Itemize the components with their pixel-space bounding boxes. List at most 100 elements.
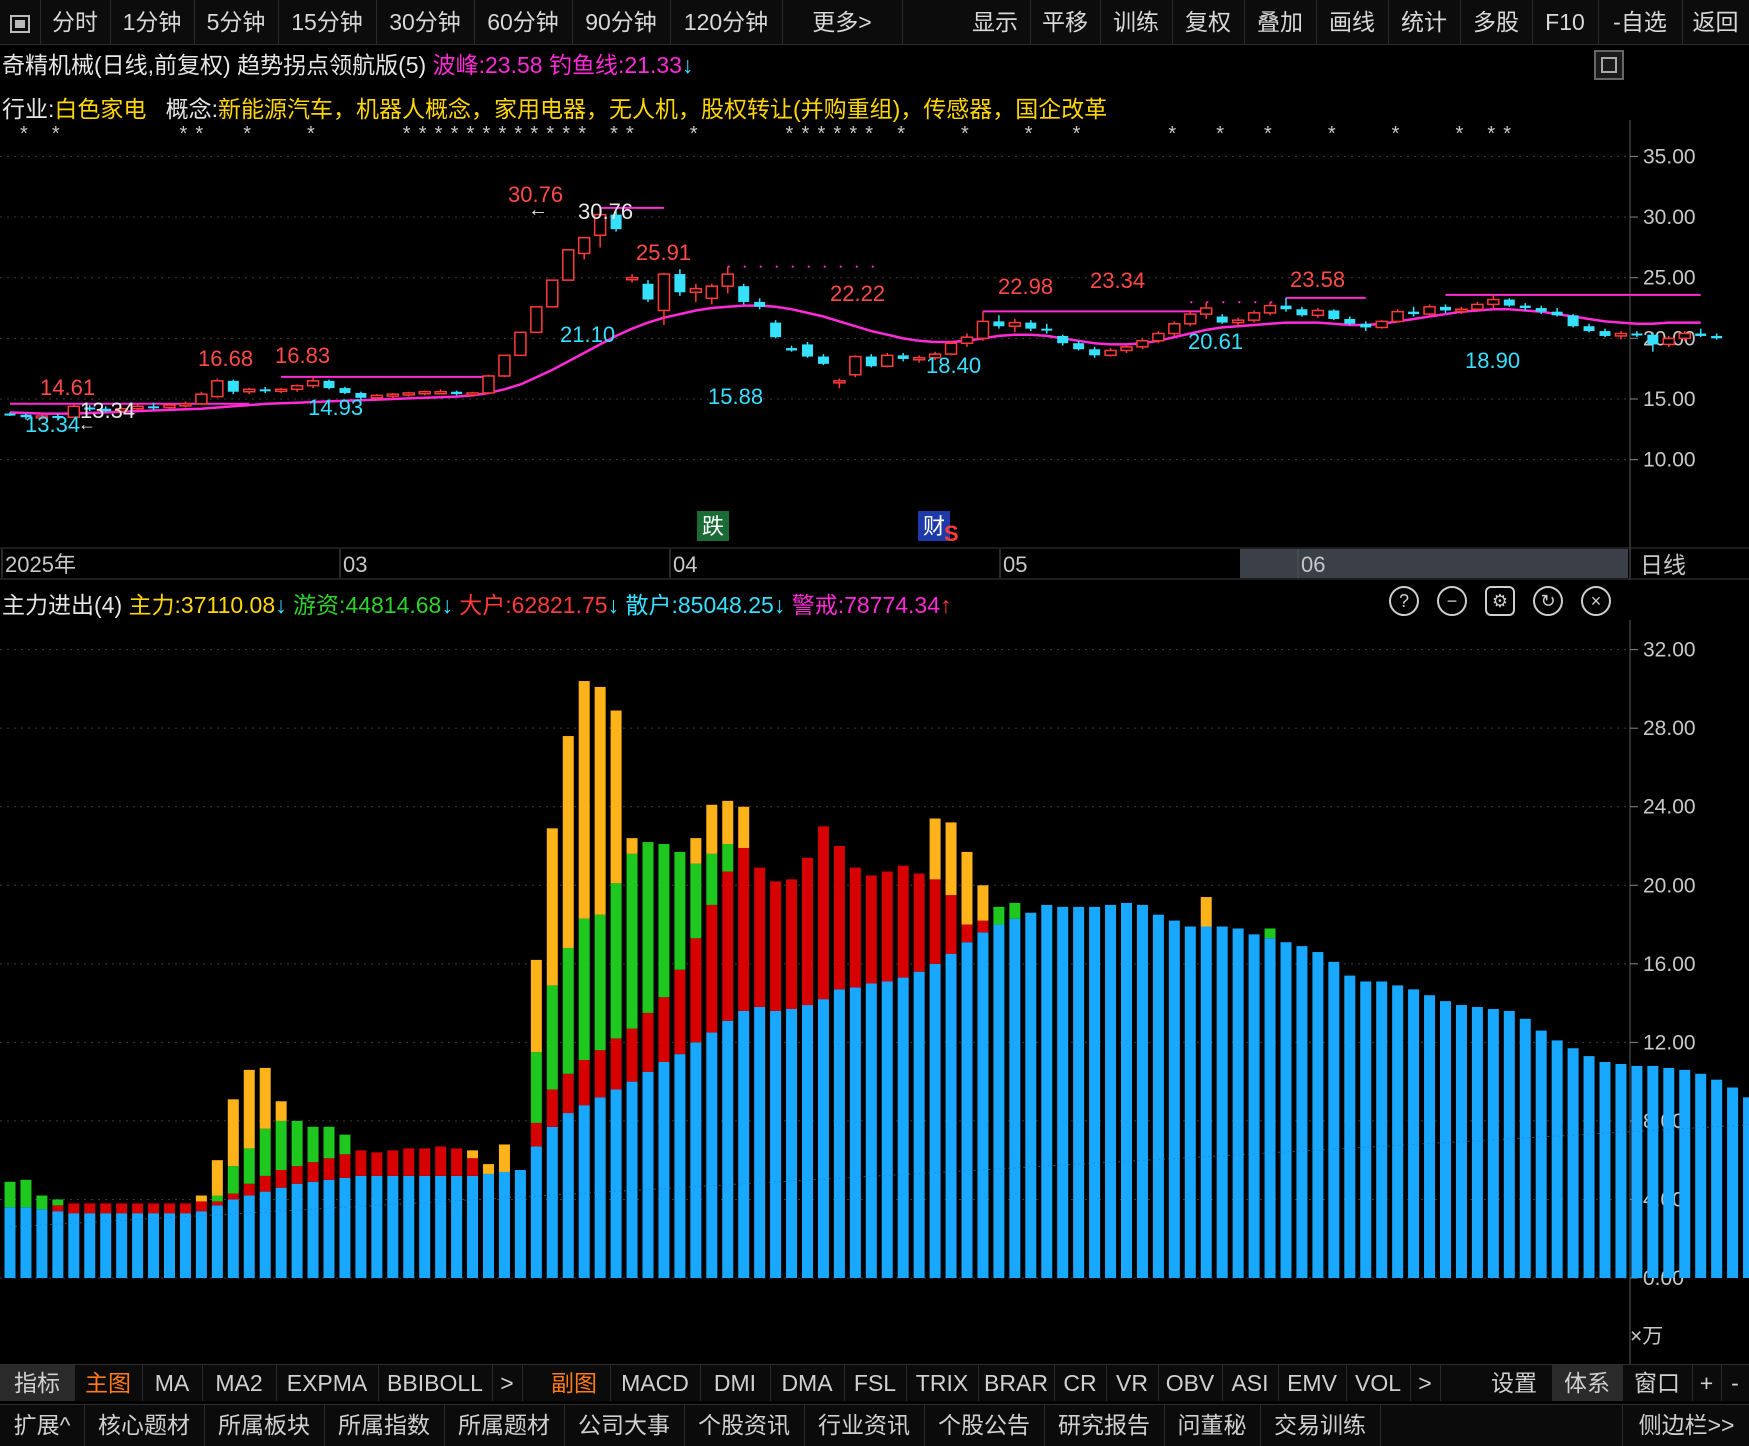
period-tab-5min[interactable]: 5分钟 <box>194 0 279 44</box>
remove-window-button[interactable]: - <box>1721 1365 1749 1401</box>
period-tab-60min[interactable]: 60分钟 <box>474 0 573 44</box>
tab-vol[interactable]: VOL <box>1346 1365 1411 1401</box>
link-research[interactable]: 研究报告 <box>1044 1405 1165 1446</box>
link-company-events[interactable]: 公司大事 <box>564 1405 685 1446</box>
close-icon[interactable]: × <box>1581 586 1611 616</box>
panel-toggle-button[interactable] <box>1594 50 1624 80</box>
fund-bar-zhuli <box>483 1164 494 1174</box>
candle-body-down <box>1583 326 1595 332</box>
candle-body-down <box>323 380 335 389</box>
youzi-value: 游资:44814.68 <box>293 592 442 618</box>
fund-bar-sanhu <box>770 1010 782 1278</box>
link-index[interactable]: 所属指数 <box>324 1405 445 1446</box>
link-stock-news[interactable]: 个股资讯 <box>684 1405 805 1446</box>
tab-macd[interactable]: MACD <box>610 1365 701 1401</box>
period-tab-90min[interactable]: 90分钟 <box>572 0 671 44</box>
candle-body-down <box>227 380 239 392</box>
period-tab-30min[interactable]: 30分钟 <box>376 0 475 44</box>
link-core-theme[interactable]: 核心题材 <box>84 1405 205 1446</box>
industry-value[interactable]: 白色家电 <box>54 96 146 122</box>
tab-obv[interactable]: OBV <box>1158 1365 1223 1401</box>
back-button[interactable]: 返回 <box>1682 0 1749 44</box>
candle-body-up <box>290 384 304 391</box>
tab-sub-more[interactable]: > <box>1410 1365 1441 1401</box>
fund-bar-youzi <box>594 914 606 1051</box>
system-tab[interactable]: 体系 <box>1552 1365 1623 1401</box>
tab-ma[interactable]: MA <box>142 1365 203 1401</box>
link-industry-news[interactable]: 行业资讯 <box>804 1405 925 1446</box>
fund-bar-dahu <box>68 1203 80 1214</box>
candle-body-up <box>1391 310 1404 323</box>
tab-cr[interactable]: CR <box>1054 1365 1107 1401</box>
fund-bar-dahu <box>913 873 925 972</box>
f10-button[interactable]: F10 <box>1532 0 1599 44</box>
tab-dmi[interactable]: DMI <box>700 1365 771 1401</box>
display-button[interactable]: 显示 <box>960 0 1031 44</box>
tab-vr[interactable]: VR <box>1106 1365 1159 1401</box>
signal-star: * <box>243 123 251 145</box>
tab-main-more[interactable]: > <box>492 1365 523 1401</box>
fund-bar-sanhu <box>1487 1008 1499 1278</box>
link-trade-training[interactable]: 交易训练 <box>1260 1405 1381 1446</box>
event-marker-finance-label: 财 <box>923 514 945 539</box>
price-chart[interactable]: 35.0030.0025.0020.0015.0010.002025年03040… <box>0 120 1749 580</box>
link-theme[interactable]: 所属题材 <box>444 1405 565 1446</box>
fund-bar-sanhu <box>1679 1069 1691 1278</box>
industry-row: 行业:白色家电 概念:新能源汽车，机器人概念，家用电器，无人机，股权转让(并购重… <box>2 90 1107 124</box>
fund-bar-sanhu <box>897 977 909 1278</box>
signal-star: * <box>419 123 427 145</box>
period-tab-1min[interactable]: 1分钟 <box>110 0 195 44</box>
indicator-name: 趋势拐点领航版(5) <box>237 52 427 78</box>
fund-bar-sanhu <box>913 971 925 1278</box>
tab-ma2[interactable]: MA2 <box>202 1365 277 1401</box>
tab-fsl[interactable]: FSL <box>844 1365 907 1401</box>
tab-main-chart[interactable]: 主图 <box>74 1365 143 1401</box>
period-tab-15min[interactable]: 15分钟 <box>278 0 377 44</box>
fund-bar-sanhu <box>387 1175 399 1278</box>
link-announcements[interactable]: 个股公告 <box>924 1405 1045 1446</box>
tab-asi[interactable]: ASI <box>1222 1365 1279 1401</box>
link-ask-secretary[interactable]: 问董秘 <box>1164 1405 1261 1446</box>
settings-tab[interactable]: 设置 <box>1476 1365 1553 1401</box>
tab-indicator[interactable]: 指标 <box>0 1365 75 1401</box>
fund-bar-sanhu <box>817 999 829 1278</box>
tab-dma[interactable]: DMA <box>770 1365 845 1401</box>
fund-bar-sanhu <box>754 1007 766 1278</box>
add-window-button[interactable]: + <box>1692 1365 1722 1401</box>
period-tab-fenshi[interactable]: 分时 <box>40 0 111 44</box>
remove-watchlist-button[interactable]: -自选 <box>1598 0 1683 44</box>
settings-icon[interactable]: ⚙ <box>1485 586 1515 616</box>
tab-bbiboll[interactable]: BBIBOLL <box>378 1365 493 1401</box>
help-icon[interactable]: ? <box>1389 586 1419 616</box>
refresh-icon[interactable]: ↻ <box>1533 586 1563 616</box>
candle-body-down <box>1519 305 1531 309</box>
link-sector[interactable]: 所属板块 <box>204 1405 325 1446</box>
adjust-button[interactable]: 复权 <box>1172 0 1245 44</box>
pan-button[interactable]: 平移 <box>1030 0 1101 44</box>
zoom-out-icon[interactable]: − <box>1437 586 1467 616</box>
window-tab[interactable]: 窗口 <box>1622 1365 1693 1401</box>
window-menu-button[interactable] <box>0 0 41 44</box>
multi-stock-button[interactable]: 多股 <box>1460 0 1533 44</box>
overlay-button[interactable]: 叠加 <box>1244 0 1317 44</box>
fund-bar-sanhu <box>1105 904 1117 1278</box>
tab-trix[interactable]: TRIX <box>906 1365 979 1401</box>
fund-bar-dahu <box>881 871 893 982</box>
fund-bar-sanhu <box>514 1170 526 1278</box>
tab-sub-chart[interactable]: 副图 <box>538 1365 611 1401</box>
training-button[interactable]: 训练 <box>1100 0 1173 44</box>
fund-flow-chart[interactable]: 32.0028.0024.0020.0016.0012.008.004.000.… <box>0 620 1749 1364</box>
draw-line-button[interactable]: 画线 <box>1316 0 1389 44</box>
fund-bar-sanhu <box>419 1175 431 1278</box>
expand-button[interactable]: 扩展^ <box>0 1405 85 1446</box>
concept-value[interactable]: 新能源汽车，机器人概念，家用电器，无人机，股权转让(并购重组)，传感器，国企改革 <box>218 96 1107 122</box>
tab-brar[interactable]: BRAR <box>978 1365 1055 1401</box>
period-more-dropdown[interactable]: 更多> <box>782 0 903 44</box>
statistics-button[interactable]: 统计 <box>1388 0 1461 44</box>
fund-bar-sanhu <box>355 1175 367 1278</box>
tab-expma[interactable]: EXPMA <box>276 1365 379 1401</box>
tab-emv[interactable]: EMV <box>1278 1365 1347 1401</box>
fund-bar-dahu <box>467 1158 479 1176</box>
sidebar-toggle[interactable]: 侧边栏>> <box>1622 1405 1749 1446</box>
period-tab-120min[interactable]: 120分钟 <box>670 0 783 44</box>
